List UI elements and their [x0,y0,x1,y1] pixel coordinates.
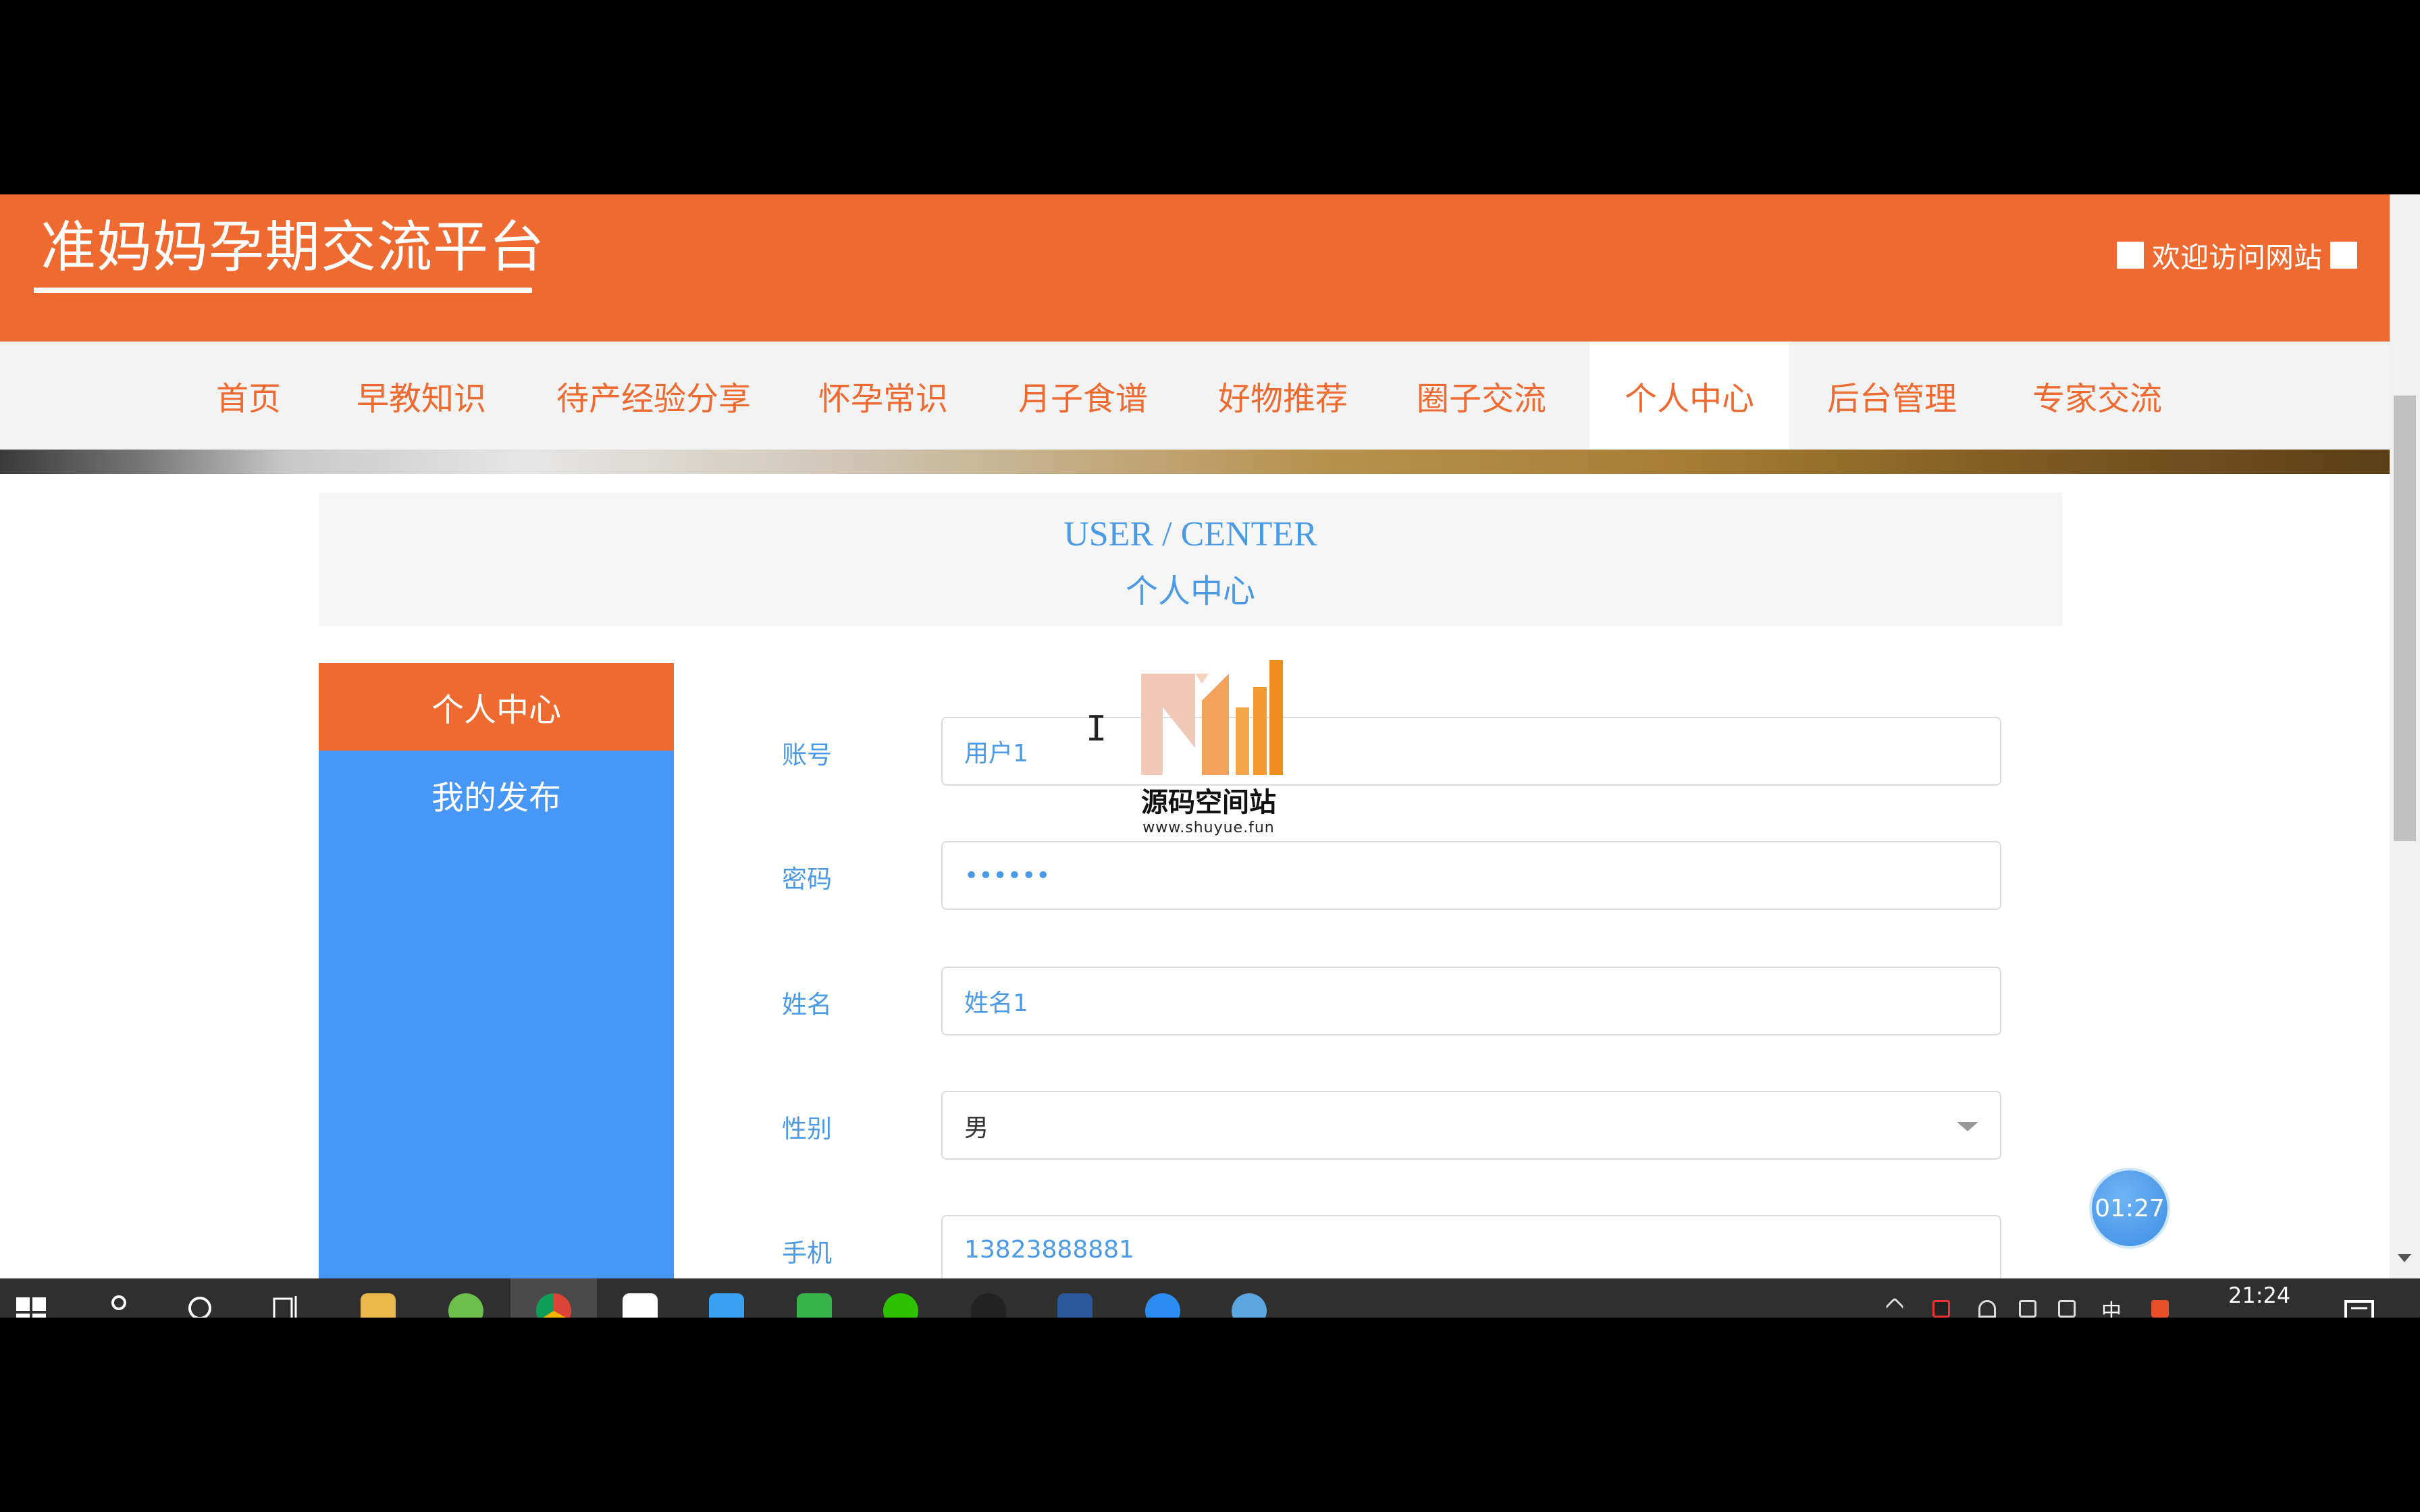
page-scrollbar[interactable] [2390,194,2420,1278]
watermark-logo: 源码空间站 www.shuyue.fun [1134,660,1283,856]
text-cursor-icon: I [1086,709,1107,749]
square-icon [2116,242,2144,269]
kugou-icon[interactable] [1145,1293,1180,1318]
square-icon [2330,242,2357,269]
search-icon[interactable] [186,1295,216,1318]
gender-label: 性别 [782,1114,832,1143]
form-row-account: 账号 [782,717,2008,788]
windows-start-icon[interactable] [16,1297,46,1318]
nav-item-birth-experience[interactable]: 待产经验分享 [540,342,767,450]
nav-item-expert[interactable]: 专家交流 [2018,342,2177,450]
chevron-down-icon [1957,1122,1978,1131]
word-icon[interactable] [1057,1293,1093,1318]
gender-selected-value: 男 [964,1114,989,1142]
windows-taskbar: 中 21:24 [0,1278,2420,1318]
qq-icon[interactable] [971,1293,1006,1318]
taskbar-clock[interactable]: 21:24 [2228,1282,2290,1308]
section-title-en: USER / CENTER [1063,515,1317,554]
banner-image [0,450,2390,474]
nav-item-pregnancy-knowledge[interactable]: 怀孕常识 [804,342,963,450]
browser-viewport: 准妈妈孕期交流平台 欢迎访问网站 首页 早教知识 待产经验分享 怀孕常识 月子食… [0,194,2420,1318]
tray-qq-icon[interactable] [1932,1300,1950,1318]
scroll-down-arrow-icon[interactable] [2398,1254,2411,1262]
welcome-banner: 欢迎访问网站 [2116,235,2357,275]
name-label: 姓名 [782,990,832,1019]
wechat-icon[interactable] [883,1293,918,1318]
gender-select[interactable]: 男 [941,1091,2001,1160]
site-header: 准妈妈孕期交流平台 欢迎访问网站 [0,194,2390,342]
person-icon[interactable] [105,1293,132,1318]
password-input[interactable] [941,841,2001,910]
form-row-name: 姓名 [782,967,2008,1038]
ime-indicator[interactable]: 中 [2101,1295,2122,1318]
nav-item-early-education[interactable]: 早教知识 [343,342,500,450]
sidebar-item-user-center[interactable]: 个人中心 [319,663,674,751]
browser-green-icon[interactable] [448,1293,483,1318]
scrollbar-thumb[interactable] [2394,396,2416,841]
nav-item-confinement-recipes[interactable]: 月子食谱 [1003,342,1163,450]
phone-label: 手机 [782,1239,832,1268]
media-player-icon[interactable] [709,1293,744,1318]
section-title-cn: 个人中心 [1125,572,1255,610]
app-blue-icon[interactable] [1232,1293,1267,1318]
notification-icon[interactable] [2344,1300,2377,1318]
password-label: 密码 [782,865,832,894]
sidebar-item-my-posts[interactable]: 我的发布 [319,751,674,838]
form-row-gender: 性别 男 [782,1091,2008,1162]
chrome-taskbar-slot[interactable] [510,1278,597,1318]
task-view-icon[interactable] [273,1295,302,1318]
watermark-url: www.shuyue.fun [1142,819,1275,836]
nav-item-admin[interactable]: 后台管理 [1812,342,1972,450]
nav-item-user-center[interactable]: 个人中心 [1589,342,1789,450]
name-input[interactable] [941,967,2001,1035]
file-explorer-icon[interactable] [361,1293,396,1318]
form-row-password: 密码 [782,841,2008,913]
user-sidebar: 个人中心 我的发布 [319,663,674,1318]
nav-item-product-recommend[interactable]: 好物推荐 [1203,342,1363,450]
volume-icon[interactable] [2058,1300,2076,1318]
nav-item-circle[interactable]: 圈子交流 [1402,342,1561,450]
form-row-phone: 手机 [782,1215,2008,1287]
app-red-icon[interactable] [623,1293,658,1318]
account-label: 账号 [782,740,832,770]
recording-timer[interactable]: 01:27 [2089,1168,2170,1249]
section-heading: USER / CENTER 个人中心 [319,493,2062,626]
watermark-m-icon [1141,660,1283,775]
tray-app-icon[interactable] [2151,1300,2169,1318]
title-underline [34,288,532,293]
nav-item-home[interactable]: 首页 [189,342,308,450]
tray-expand-icon[interactable] [1885,1297,1905,1317]
phone-input[interactable] [941,1215,2001,1284]
chrome-icon [536,1293,571,1318]
wifi-icon[interactable] [1978,1300,1996,1318]
network-icon[interactable] [2019,1300,2036,1318]
main-nav: 首页 早教知识 待产经验分享 怀孕常识 月子食谱 好物推荐 圈子交流 个人中心 … [0,342,2390,450]
welcome-text: 欢迎访问网站 [2151,240,2322,274]
iqiyi-icon[interactable] [797,1293,832,1318]
site-title[interactable]: 准妈妈孕期交流平台 [41,215,545,281]
watermark-name: 源码空间站 [1141,787,1276,818]
